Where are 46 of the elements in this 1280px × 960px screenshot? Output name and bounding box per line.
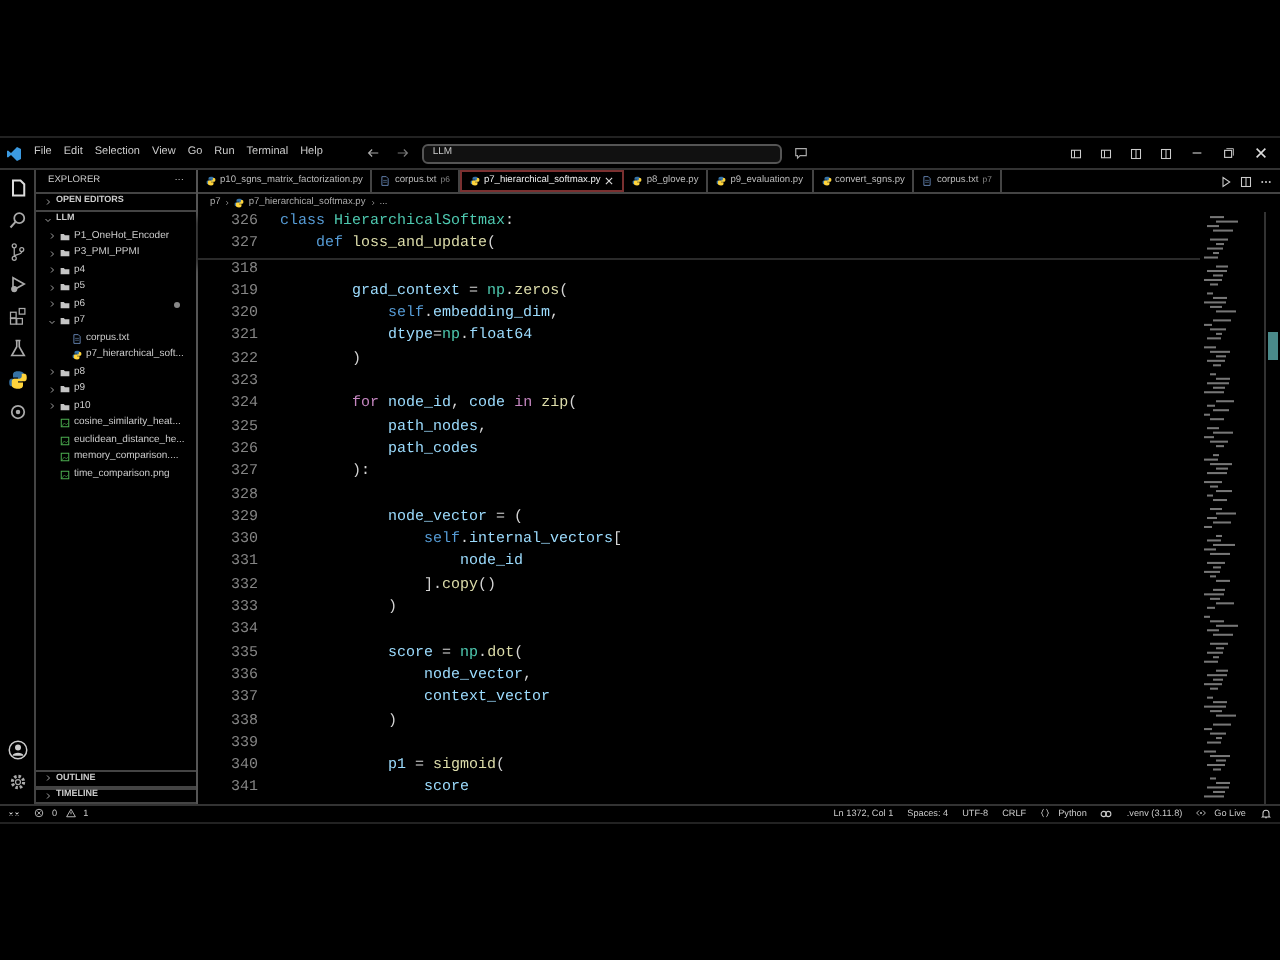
- image-file-icon: [60, 418, 70, 429]
- python-file-icon: [821, 176, 831, 186]
- python-file-icon: [469, 176, 480, 186]
- minimize-icon[interactable]: [1190, 146, 1204, 160]
- modified-dot: [174, 301, 180, 308]
- search-icon[interactable]: [7, 210, 27, 230]
- layout-icon[interactable]: [1070, 147, 1082, 159]
- python-file-icon: [632, 176, 643, 186]
- scrollbar-thumb[interactable]: [1268, 332, 1278, 360]
- restore-icon[interactable]: [1222, 146, 1236, 160]
- close-icon[interactable]: [604, 176, 615, 186]
- branch-icon[interactable]: [7, 242, 27, 262]
- layout-icon[interactable]: [1160, 147, 1172, 159]
- python-file-icon: [206, 176, 216, 186]
- python-icon[interactable]: [7, 370, 27, 390]
- text-file-icon: [380, 176, 391, 186]
- image-file-icon: [60, 452, 70, 463]
- close-icon[interactable]: [1254, 146, 1268, 160]
- image-file-icon: [60, 469, 70, 480]
- run-icon[interactable]: [1220, 175, 1232, 187]
- extensions-icon[interactable]: [7, 306, 27, 326]
- layout-icon[interactable]: [1100, 147, 1112, 159]
- split-editor-icon[interactable]: [1240, 175, 1252, 187]
- layout-icon[interactable]: [1130, 147, 1142, 159]
- chat-icon[interactable]: [794, 146, 809, 160]
- python-file-icon: [716, 176, 727, 186]
- python-file-icon: [72, 350, 82, 361]
- copilot-icon[interactable]: [1100, 808, 1113, 820]
- text-file-icon: [72, 333, 82, 344]
- image-file-icon: [60, 435, 70, 446]
- text-file-icon: [922, 176, 933, 186]
- scrollbar[interactable]: [1264, 212, 1280, 804]
- flask-icon[interactable]: [7, 338, 27, 358]
- broadcast-icon: [1196, 808, 1207, 819]
- forward-icon[interactable]: [396, 146, 411, 160]
- warning-icon: [65, 808, 76, 819]
- braces-icon: [1040, 808, 1051, 819]
- account-icon[interactable]: [7, 740, 27, 760]
- error-icon: [34, 808, 44, 819]
- run-debug-icon[interactable]: [7, 274, 27, 294]
- settings-icon[interactable]: [7, 772, 27, 792]
- python-file-icon: [234, 198, 245, 208]
- back-icon[interactable]: [366, 146, 381, 160]
- bell-icon[interactable]: [1260, 808, 1272, 820]
- app-logo-icon: [6, 145, 22, 161]
- explorer-icon[interactable]: [7, 178, 27, 198]
